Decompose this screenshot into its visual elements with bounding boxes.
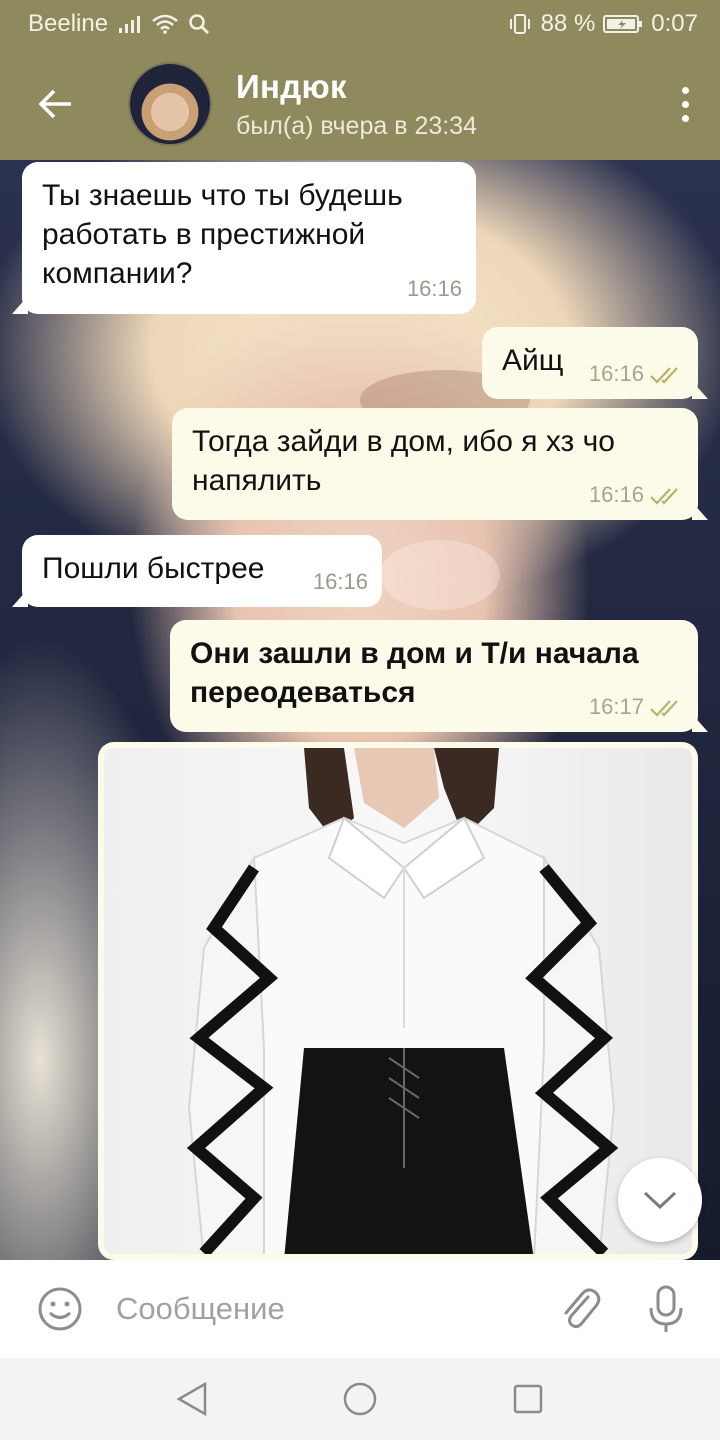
message-time: 16:17 <box>588 694 644 720</box>
double-check-icon <box>650 487 678 505</box>
nav-recents-button[interactable] <box>498 1369 558 1429</box>
attach-icon <box>564 1288 601 1329</box>
message-text: Ты знаешь что ты будешь работать в прест… <box>42 179 403 290</box>
message-time: 16:16 <box>588 361 644 387</box>
message-time: 16:16 <box>588 482 644 508</box>
system-nav-bar <box>0 1358 720 1440</box>
message-bubble-outgoing[interactable]: Айщ 16:16 <box>482 327 708 399</box>
vibrate-icon <box>507 13 533 35</box>
emoji-button[interactable] <box>28 1277 92 1341</box>
emoji-icon <box>38 1287 82 1331</box>
message-time: 16:16 <box>312 569 368 595</box>
more-menu-button[interactable] <box>650 48 720 160</box>
carrier-label: Beeline <box>28 10 109 37</box>
message-time: 16:16 <box>406 276 462 302</box>
message-text: Пошли быстрее <box>42 552 265 585</box>
more-vert-icon <box>681 86 689 94</box>
back-arrow-icon <box>38 89 71 119</box>
double-check-icon <box>650 699 678 717</box>
photo-message[interactable] <box>98 742 698 1260</box>
battery-percent: 88 % <box>540 10 596 37</box>
nav-home-button[interactable] <box>330 1369 390 1429</box>
back-button[interactable] <box>0 48 110 160</box>
chat-name: Индюк <box>236 67 347 105</box>
nav-back-icon <box>176 1381 207 1417</box>
chevron-down-icon <box>643 1191 677 1210</box>
search-icon <box>188 13 210 35</box>
nav-back-button[interactable] <box>162 1369 222 1429</box>
message-text: Айщ <box>502 344 564 377</box>
photo-of-white-shirt-with-black-ribbons[interactable] <box>104 748 692 1254</box>
message-bubble-outgoing[interactable]: Тогда зайди в дом, ибо я хз чо напялить … <box>172 408 708 520</box>
message-bubble-incoming[interactable]: Пошли быстрее 16:16 <box>12 535 382 607</box>
message-bubble-outgoing[interactable]: Они зашли в дом и Т/и начала переодевать… <box>170 620 708 732</box>
message-input[interactable] <box>116 1274 548 1344</box>
chat-header: Индюк был(а) вчера в 23:34 <box>0 48 720 160</box>
nav-home-icon <box>343 1382 377 1416</box>
attach-button[interactable] <box>548 1277 612 1341</box>
battery-icon <box>603 14 643 34</box>
mic-icon <box>649 1285 683 1332</box>
message-bubble-incoming[interactable]: Ты знаешь что ты будешь работать в прест… <box>12 162 476 314</box>
double-check-icon <box>650 366 678 384</box>
scroll-down-button[interactable] <box>618 1158 702 1242</box>
chat-title-block[interactable]: Индюк был(а) вчера в 23:34 <box>236 68 477 141</box>
signal-icon <box>118 14 142 34</box>
avatar[interactable] <box>128 62 212 146</box>
wifi-icon <box>152 14 178 34</box>
chat-status: был(а) вчера в 23:34 <box>236 111 478 140</box>
message-input-bar <box>0 1260 720 1358</box>
nav-recents-icon <box>513 1384 543 1414</box>
status-bar: Beeline 88 % 0:07 <box>0 0 720 48</box>
clock: 0:07 <box>651 10 698 37</box>
mic-button[interactable] <box>634 1277 698 1341</box>
